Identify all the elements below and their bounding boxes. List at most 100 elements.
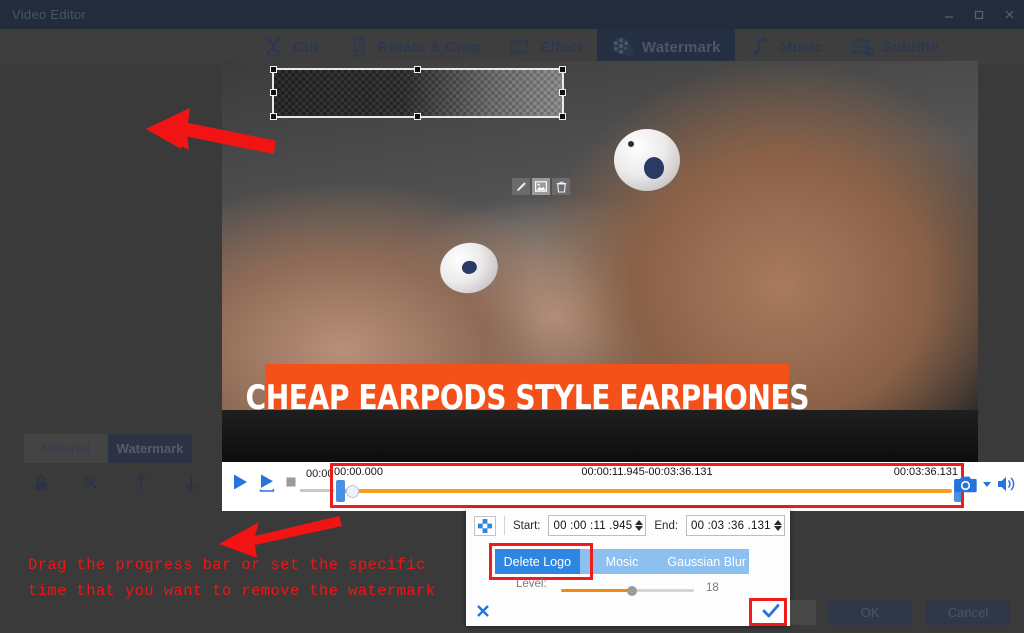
window-controls xyxy=(934,0,1024,29)
music-note-icon xyxy=(749,35,773,59)
start-time-value: 00 :00 :11 .945 xyxy=(553,519,633,532)
scissors-icon xyxy=(262,35,286,59)
start-time-field[interactable]: 00 :00 :11 .945 xyxy=(548,515,647,536)
tab-watermark[interactable]: Watermark xyxy=(596,29,735,65)
resize-handle-top-left[interactable] xyxy=(270,66,277,73)
confirm-highlight-annotation xyxy=(749,598,787,626)
annotation-line-1: Drag the progress bar or set the specifi… xyxy=(28,556,426,574)
tab-effect[interactable]: Effect xyxy=(495,29,597,65)
arrow-up-icon[interactable] xyxy=(132,473,150,493)
chevron-down-icon[interactable] xyxy=(982,480,992,488)
end-time-value: 00 :03 :36 .131 xyxy=(691,519,771,532)
left-tab-material-label: Material xyxy=(41,441,91,456)
lock-icon[interactable] xyxy=(32,474,50,492)
left-tab-watermark-label: Watermark xyxy=(116,441,184,456)
toolbar-tabs: Cut Rotate & Crop Effect Watermark Music… xyxy=(248,29,953,65)
close-icon[interactable] xyxy=(994,0,1024,29)
maximize-icon[interactable] xyxy=(964,0,994,29)
level-label: Level: xyxy=(516,578,547,590)
left-tab-watermark[interactable]: Watermark xyxy=(108,434,192,463)
volume-icon[interactable] xyxy=(996,475,1016,493)
tab-music[interactable]: Music xyxy=(735,29,838,65)
transport-bar: 00:00 00:00.000 00:00:11.945-00:03:36.13… xyxy=(222,462,1024,511)
earbud-right xyxy=(614,129,680,191)
pencil-icon[interactable] xyxy=(512,178,530,195)
film-reel-drop-icon xyxy=(611,35,635,59)
resize-handle-middle-left[interactable] xyxy=(270,89,277,96)
subtitle-film-icon: SUB xyxy=(851,35,875,59)
tab-cut[interactable]: Cut xyxy=(248,29,333,65)
cancel-button[interactable]: Cancel xyxy=(926,600,1010,625)
annotation-line-2: time that you want to remove the waterma… xyxy=(28,582,436,600)
footer-extra-button[interactable] xyxy=(790,600,816,625)
arrow-down-icon[interactable] xyxy=(182,473,200,493)
end-time-label: End: xyxy=(654,519,679,532)
play-step-icon[interactable] xyxy=(257,472,277,492)
earbud-hole xyxy=(460,259,479,276)
start-time-stepper[interactable] xyxy=(635,520,644,531)
resize-handle-bottom-left[interactable] xyxy=(270,113,277,120)
cancel-button-label: Cancel xyxy=(947,605,989,620)
tab-effect-label: Effect xyxy=(540,38,583,56)
tab-rotate-crop[interactable]: Rotate & Crop xyxy=(333,29,495,65)
delete-logo-highlight-annotation xyxy=(489,543,593,580)
end-time-field[interactable]: 00 :03 :36 .131 xyxy=(686,515,785,536)
left-tab-material[interactable]: Material xyxy=(24,434,108,463)
x-icon[interactable] xyxy=(474,602,492,625)
video-preview[interactable]: CHEAP EARPODS STYLE EARPHONES xyxy=(222,61,978,462)
transport-right-controls xyxy=(954,474,1016,494)
end-time-stepper[interactable] xyxy=(773,520,782,531)
main-toolbar: Cut Rotate & Crop Effect Watermark Music… xyxy=(0,29,1024,65)
resize-handle-top-right[interactable] xyxy=(559,66,566,73)
title-bar: Video Editor xyxy=(0,0,1024,29)
time-range-row: Start: 00 :00 :11 .945 End: 00 :03 :36 .… xyxy=(474,515,785,536)
film-sparkle-icon xyxy=(509,35,533,59)
level-slider[interactable] xyxy=(561,586,694,596)
tab-music-label: Music xyxy=(779,38,824,56)
watermark-settings-panel: Start: 00 :00 :11 .945 End: 00 :03 :36 .… xyxy=(466,508,790,626)
tab-subtitle[interactable]: SUB Subtitle xyxy=(837,29,953,65)
level-value: 18 xyxy=(706,582,719,594)
earbud-pin xyxy=(628,141,634,147)
watermark-selection-box[interactable] xyxy=(270,66,566,120)
image-icon[interactable] xyxy=(532,178,550,195)
settings-footer xyxy=(466,598,790,626)
tab-rotate-crop-label: Rotate & Crop xyxy=(377,38,482,56)
play-icon[interactable] xyxy=(230,472,250,492)
dialog-footer-buttons: OK Cancel xyxy=(828,600,1010,625)
video-editor-window: Video Editor Cut Rotate & Crop Effect Wa… xyxy=(0,0,1024,633)
video-title-banner-text: CHEAP EARPODS STYLE EARPHONES xyxy=(245,378,809,418)
left-panel-tabs: Material Watermark xyxy=(24,434,192,463)
ok-button[interactable]: OK xyxy=(828,600,912,625)
rotate-crop-icon xyxy=(347,35,371,59)
video-frame: CHEAP EARPODS STYLE EARPHONES xyxy=(222,61,978,462)
app-title: Video Editor xyxy=(12,7,87,22)
resize-handle-bottom-right[interactable] xyxy=(559,113,566,120)
playback-controls xyxy=(230,472,298,492)
stop-icon[interactable] xyxy=(284,475,298,489)
resize-handle-top-center[interactable] xyxy=(414,66,421,73)
mode-gaussian-blur-button[interactable]: Gaussian Blur xyxy=(664,549,750,574)
playback-mini-slider[interactable] xyxy=(300,489,334,492)
resize-handle-middle-right[interactable] xyxy=(559,89,566,96)
close-x-icon[interactable] xyxy=(82,474,100,492)
mode-mosic-label: Mosic xyxy=(605,554,639,569)
level-slider-fill xyxy=(561,589,633,592)
tab-subtitle-label: Subtitle xyxy=(882,38,939,56)
level-slider-knob[interactable] xyxy=(627,586,637,596)
mosaic-icon[interactable] xyxy=(474,515,496,536)
ok-button-label: OK xyxy=(860,605,880,620)
left-panel-icon-row xyxy=(16,473,216,493)
resize-handle-bottom-center[interactable] xyxy=(414,113,421,120)
camera-icon[interactable] xyxy=(954,474,978,494)
timeline-highlight-annotation xyxy=(330,463,964,508)
earbud-left xyxy=(435,237,503,299)
earbud-hole xyxy=(644,157,664,179)
trash-icon[interactable] xyxy=(552,178,570,195)
start-time-label: Start: xyxy=(513,519,541,532)
video-title-banner: CHEAP EARPODS STYLE EARPHONES xyxy=(245,364,809,432)
mode-gaussian-blur-label: Gaussian Blur xyxy=(667,554,746,569)
watermark-tool-group xyxy=(512,178,570,195)
minimize-icon[interactable] xyxy=(934,0,964,29)
tab-cut-label: Cut xyxy=(293,38,319,56)
